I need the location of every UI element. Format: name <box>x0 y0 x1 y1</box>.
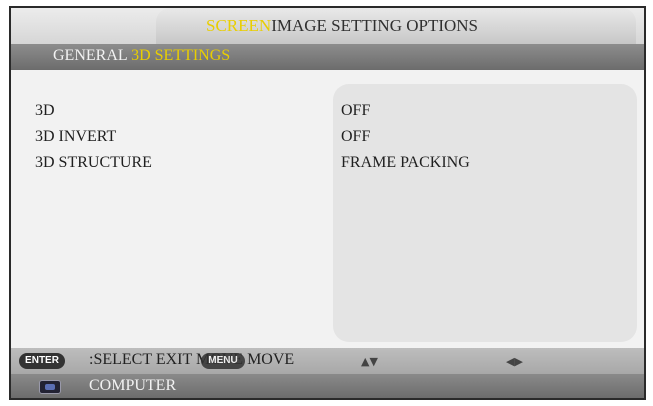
sub-tabs: GENERAL 3D SETTINGS <box>53 47 230 65</box>
source-bar: COMPUTER <box>11 374 644 398</box>
main-tabs: SCREENIMAGE SETTING OPTIONS <box>206 16 478 36</box>
setting-label-3d-invert[interactable]: 3D INVERT <box>35 124 152 150</box>
osd-menu: SCREENIMAGE SETTING OPTIONS GENERAL 3D S… <box>9 6 646 400</box>
tab-screen[interactable]: SCREEN <box>206 16 271 35</box>
setting-value-3d-structure[interactable]: FRAME PACKING <box>341 150 470 176</box>
menu-key-icon: MENU <box>201 353 245 369</box>
enter-key-icon: ENTER <box>19 353 65 369</box>
help-bar: ENTER :SELECT EXIT MOVE MOVE MENU ▲▼ ◀▶ <box>11 348 644 374</box>
sub-tab-bar: GENERAL 3D SETTINGS <box>11 44 644 70</box>
tab-image-setting-options[interactable]: IMAGE SETTING OPTIONS <box>271 16 478 35</box>
up-down-arrow-icon: ▲▼ <box>361 355 378 368</box>
settings-content: 3D 3D INVERT 3D STRUCTURE OFF OFF FRAME … <box>11 70 644 353</box>
setting-value-3d-invert[interactable]: OFF <box>341 124 470 150</box>
setting-value-3d[interactable]: OFF <box>341 98 470 124</box>
setting-label-3d-structure[interactable]: 3D STRUCTURE <box>35 150 152 176</box>
settings-value-panel: OFF OFF FRAME PACKING <box>333 84 637 342</box>
settings-labels: 3D 3D INVERT 3D STRUCTURE <box>35 98 152 176</box>
settings-values: OFF OFF FRAME PACKING <box>341 98 470 176</box>
setting-label-3d[interactable]: 3D <box>35 98 152 124</box>
vga-connector-icon <box>39 380 61 394</box>
main-tab-bar: SCREENIMAGE SETTING OPTIONS <box>11 8 644 44</box>
sub-tab-general[interactable]: GENERAL <box>53 47 127 64</box>
sub-tab-3d-settings[interactable]: 3D SETTINGS <box>131 47 230 64</box>
source-label: COMPUTER <box>89 377 177 394</box>
left-right-arrow-icon: ◀▶ <box>506 355 523 368</box>
help-text: :SELECT EXIT MOVE MOVE <box>89 351 295 368</box>
